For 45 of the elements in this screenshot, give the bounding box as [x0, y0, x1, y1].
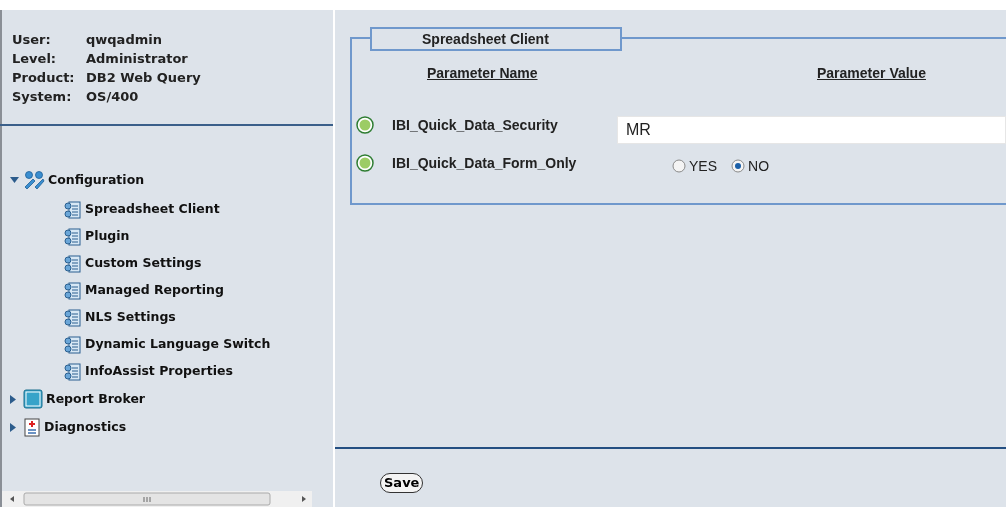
document-gear-icon [64, 307, 82, 328]
field-label: Product: [12, 69, 76, 87]
radio-option[interactable]: NO [731, 155, 769, 177]
field-label: System: [12, 88, 73, 106]
help-icon[interactable] [356, 116, 374, 134]
field-value: OS/400 [86, 88, 139, 106]
radio-icon[interactable] [672, 159, 686, 173]
document-gear-icon [64, 253, 82, 274]
save-button[interactable]: Save [380, 473, 424, 493]
parameter-name: IBI_Quick_Data_Security [392, 115, 559, 135]
expanded-arrow-icon[interactable] [10, 177, 19, 183]
panel-title: Spreadsheet Client [370, 27, 622, 51]
document-gear-icon [64, 280, 82, 301]
field-value: qwqadmin [86, 31, 162, 49]
tree-item[interactable]: Spreadsheet Client [85, 200, 220, 219]
tools-icon [23, 170, 45, 190]
tree-item[interactable]: Configuration [48, 170, 145, 190]
tree-item[interactable]: Diagnostics [44, 417, 127, 437]
document-gear-icon [64, 199, 82, 220]
field-label: User: [12, 31, 52, 49]
document-gear-icon [64, 334, 82, 355]
rc-badge-icon [23, 389, 43, 409]
tree-item[interactable]: NLS Settings [85, 308, 176, 327]
tree-item[interactable]: Managed Reporting [85, 281, 224, 300]
field-label: Level: [12, 50, 58, 68]
field-value: Administrator [86, 50, 188, 68]
horizontal-scrollbar[interactable] [2, 491, 312, 507]
tree-item[interactable]: Custom Settings [85, 254, 202, 273]
document-gear-icon [64, 361, 82, 382]
field-value: DB2 Web Query [86, 69, 201, 87]
radio-option[interactable]: YES [672, 155, 717, 177]
help-icon[interactable] [356, 154, 374, 172]
column-header: Parameter Value [817, 64, 926, 83]
clipboard-icon [23, 417, 41, 437]
tree-item[interactable]: Report Broker [46, 389, 146, 409]
radio-icon[interactable] [731, 159, 745, 173]
collapsed-arrow-icon[interactable] [10, 422, 16, 432]
column-header: Parameter Name [427, 64, 539, 83]
tree-item[interactable]: Dynamic Language Switch [85, 335, 271, 354]
parameter-name: IBI_Quick_Data_Form_Only [392, 153, 578, 173]
document-gear-icon [64, 226, 82, 247]
collapsed-arrow-icon[interactable] [10, 394, 16, 404]
tree-item[interactable]: Plugin [85, 227, 130, 246]
tree-item[interactable]: InfoAssist Properties [85, 362, 233, 381]
input-field[interactable]: MR [617, 116, 1006, 144]
